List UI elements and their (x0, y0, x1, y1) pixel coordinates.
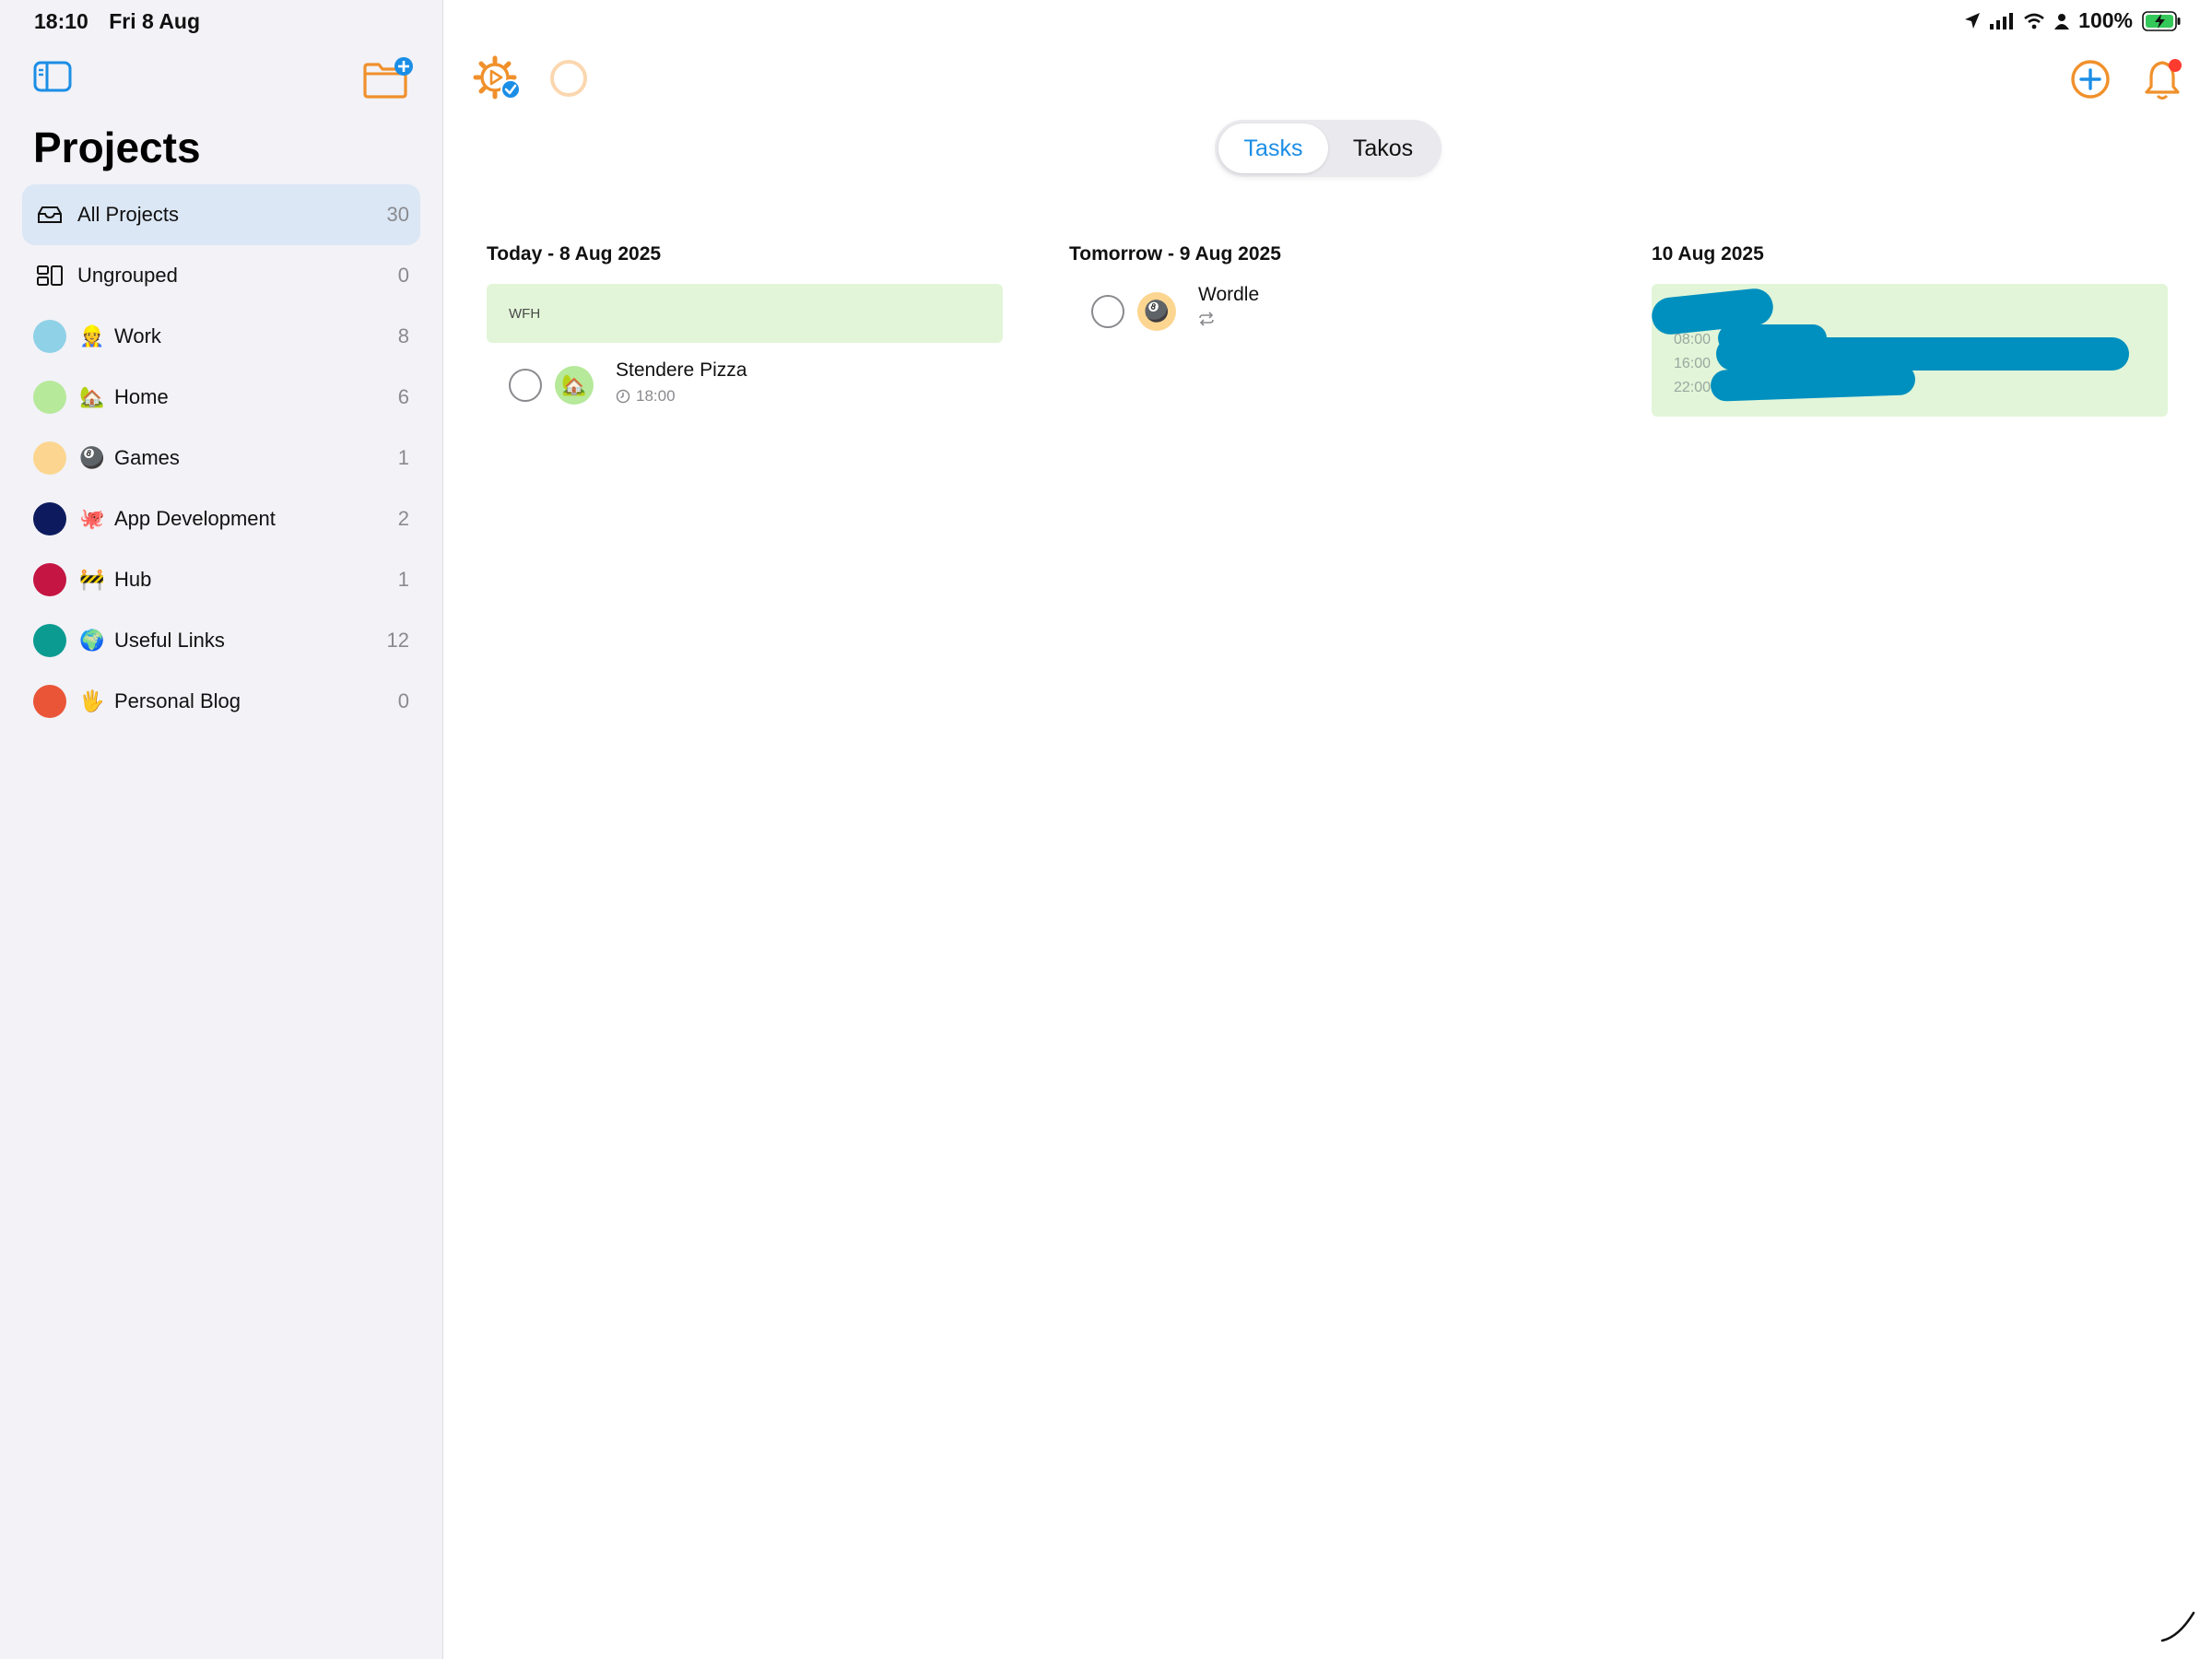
day-header: Today - 8 Aug 2025 (487, 243, 662, 265)
project-item-home[interactable]: 🏡 Home 6 (22, 367, 420, 428)
raised-hand-emoji-icon: 🖐️ (79, 689, 105, 712)
project-item-personal-blog[interactable]: 🖐️ Personal Blog 0 (22, 671, 420, 732)
globe-emoji-icon: 🌍 (79, 629, 105, 652)
project-item-count: 12 (386, 629, 409, 652)
construction-worker-emoji-icon: 👷 (79, 324, 105, 347)
day-column-today: Today - 8 Aug 2025 WFH 🏡 Stendere Pizza … (487, 243, 1003, 406)
project-color-dot (33, 320, 66, 353)
project-color-dot (33, 502, 66, 535)
task-title: Stendere Pizza (616, 359, 747, 381)
project-color-dot (33, 381, 66, 414)
project-item-label: App Development (114, 507, 276, 530)
projects-sidebar: Projects All Projects 30 Ungrouped 0 👷 W… (0, 0, 443, 1659)
project-item-count: 0 (397, 264, 409, 287)
project-item-all-projects[interactable]: All Projects 30 (22, 184, 420, 245)
project-item-label: Useful Links (114, 629, 225, 652)
project-item-count: 1 (397, 446, 409, 469)
project-item-count: 30 (386, 203, 409, 226)
progress-ring-icon (550, 60, 587, 97)
day-column-10-aug: 10 Aug 2025 08:00 16:00 22:00 (1650, 243, 2168, 417)
task-item[interactable]: 🏡 Stendere Pizza 18:00 (487, 356, 1003, 406)
wifi-icon (2024, 13, 2044, 29)
sidebar-toolbar (0, 55, 443, 106)
project-item-hub[interactable]: 🚧 Hub 1 (22, 549, 420, 610)
ungrouped-grid-icon (33, 259, 66, 292)
location-icon (1965, 12, 1981, 29)
person-icon (2054, 13, 2070, 29)
battery-charging-icon (2142, 10, 2181, 31)
project-color-dot (33, 624, 66, 657)
tab-takos[interactable]: Takos (1328, 124, 1438, 173)
add-task-button[interactable] (2070, 59, 2111, 104)
toolbar-left (473, 55, 589, 106)
notifications-button[interactable] (2144, 57, 2184, 106)
project-item-count: 8 (397, 324, 409, 347)
tab-tasks[interactable]: Tasks (1218, 124, 1328, 173)
new-project-folder-button[interactable] (362, 55, 416, 104)
redaction-mark (1716, 337, 2129, 371)
house-emoji-icon: 🏡 (79, 385, 105, 408)
project-item-label: Home (114, 385, 169, 408)
all-day-event[interactable]: WFH (487, 284, 1003, 343)
day-column-tomorrow: Tomorrow - 9 Aug 2025 🎱 Wordle (1069, 243, 1585, 331)
task-repeat (1198, 312, 1259, 326)
project-color-dot (33, 563, 66, 596)
task-item[interactable]: 🎱 Wordle (1069, 284, 1585, 331)
project-item-useful-links[interactable]: 🌍 Useful Links 12 (22, 610, 420, 671)
project-item-count: 2 (397, 507, 409, 530)
octopus-emoji-icon: 🐙 (79, 507, 105, 530)
project-item-games[interactable]: 🎱 Games 1 (22, 428, 420, 488)
plus-circle-icon (2071, 60, 2110, 99)
gear-check-icon (473, 55, 521, 100)
project-item-ungrouped[interactable]: Ungrouped 0 (22, 245, 420, 306)
project-color-dot (33, 441, 66, 475)
eight-ball-emoji-icon: 🎱 (1137, 292, 1176, 331)
clock-icon (616, 389, 630, 404)
view-segmented-control: Tasks Takos (1215, 120, 1441, 177)
automation-settings-button[interactable] (473, 55, 523, 106)
repeat-icon (1199, 312, 1214, 326)
project-list: All Projects 30 Ungrouped 0 👷 Work 8 🏡 H… (22, 184, 420, 732)
project-item-count: 1 (397, 568, 409, 591)
project-item-label: Hub (114, 568, 152, 591)
project-item-label: Ungrouped (77, 264, 178, 287)
task-complete-checkbox[interactable] (509, 369, 542, 402)
construction-barrier-emoji-icon: 🚧 (79, 568, 105, 591)
tray-icon (33, 198, 66, 231)
day-header: 10 Aug 2025 (1652, 243, 1764, 265)
pencil-scribble-icon (2160, 1611, 2195, 1642)
project-item-count: 6 (397, 385, 409, 408)
status-time: 18:10 (34, 9, 88, 33)
task-title: Wordle (1198, 284, 1260, 305)
status-time-date: 18:10 Fri 8 Aug (34, 9, 200, 34)
bell-icon (2145, 59, 2182, 100)
progress-ring-button[interactable] (548, 58, 589, 103)
eight-ball-emoji-icon: 🎱 (79, 446, 105, 469)
day-header: Tomorrow - 9 Aug 2025 (1069, 243, 1281, 265)
project-item-label: Work (114, 324, 161, 347)
house-emoji-icon: 🏡 (555, 366, 594, 405)
project-item-app-development[interactable]: 🐙 App Development 2 (22, 488, 420, 549)
project-item-label: Personal Blog (114, 689, 241, 712)
status-indicators: 100% (1964, 8, 2181, 33)
calendar-event-block[interactable]: 08:00 16:00 22:00 (1650, 284, 2168, 417)
project-item-work[interactable]: 👷 Work 8 (22, 306, 420, 367)
status-date: Fri 8 Aug (109, 9, 201, 33)
task-complete-checkbox[interactable] (1091, 295, 1124, 328)
folder-add-icon (363, 57, 413, 99)
project-item-label: All Projects (77, 203, 180, 226)
project-item-count: 0 (397, 689, 409, 712)
main-content: Tasks Takos Today - 8 Aug 2025 WFH 🏡 Ste… (443, 0, 2212, 1659)
toolbar-right (2070, 57, 2184, 106)
battery-percent: 100% (2078, 8, 2133, 32)
sidebar-toggle-button[interactable] (33, 61, 72, 97)
task-due: 18:00 (616, 387, 747, 406)
sidebar-toggle-icon (33, 61, 72, 92)
sidebar-title: Projects (33, 124, 201, 171)
project-item-label: Games (114, 446, 180, 469)
project-color-dot (33, 685, 66, 718)
cellular-signal-icon (1990, 12, 2014, 29)
task-due-time: 18:00 (636, 387, 676, 405)
